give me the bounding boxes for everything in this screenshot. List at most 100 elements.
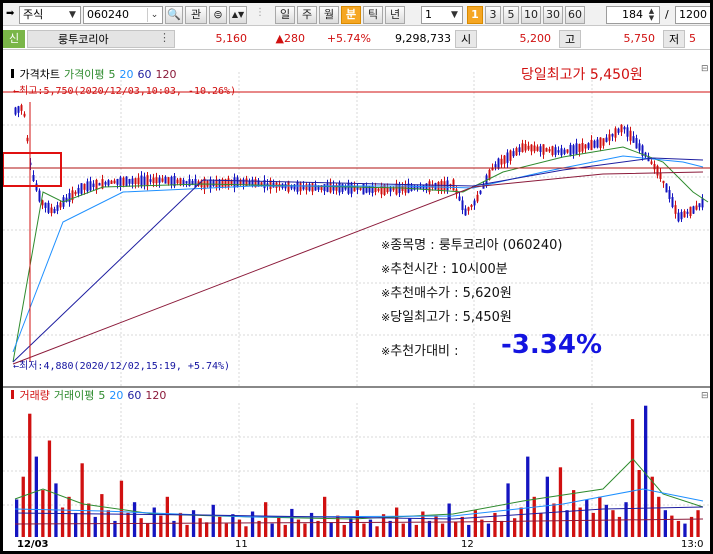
related-stock-button[interactable]: 관 xyxy=(185,6,207,24)
interval-select[interactable]: 1 ▼ xyxy=(421,6,463,24)
candle xyxy=(458,196,461,201)
volume-bar xyxy=(342,524,346,537)
candle xyxy=(695,205,698,210)
legend-item[interactable]: 5 xyxy=(108,68,115,81)
candle xyxy=(623,127,626,130)
candle xyxy=(182,179,185,185)
volume-chart-panel[interactable]: 거래량 거래이평 5 20 60 120 ⊟ xyxy=(3,389,710,539)
price-grid xyxy=(3,72,710,388)
volume-bar xyxy=(454,522,458,537)
candle xyxy=(479,190,482,194)
candle xyxy=(98,183,101,186)
candle xyxy=(122,177,125,186)
market-select[interactable]: 주식 ▼ xyxy=(19,6,81,24)
chevron-down-icon[interactable]: ⌄ xyxy=(147,8,161,22)
candle xyxy=(401,186,404,191)
legend-item[interactable]: 거래이평 xyxy=(54,389,94,402)
volume-bar xyxy=(558,467,563,537)
price-chart[interactable] xyxy=(3,52,710,388)
quote-bar: 신 룽투코리아 ⋮ 5,160 ▲280 +5.74% 9,298,733 시 … xyxy=(3,27,710,50)
legend-item[interactable]: 20 xyxy=(119,68,133,81)
order-icon[interactable]: ⊜ xyxy=(209,6,227,24)
candle xyxy=(578,143,581,153)
candle xyxy=(506,152,509,163)
period-button[interactable]: 일 xyxy=(275,6,295,24)
legend-item[interactable]: 가격차트 xyxy=(20,68,60,81)
candle xyxy=(476,194,479,202)
period-button[interactable]: 분 xyxy=(341,6,361,24)
candle xyxy=(587,143,590,149)
legend-item[interactable]: 거래량 xyxy=(20,389,50,402)
candle xyxy=(50,207,53,214)
period-button[interactable]: 틱 xyxy=(363,6,383,24)
total-count-input[interactable]: 1200 xyxy=(675,6,710,24)
price-chart-panel[interactable]: 가격차트 가격이평 5 20 60 120 당일최고가 5,450원 ⊟ ←최고:5,75… xyxy=(3,52,710,388)
candle xyxy=(527,145,530,150)
candle xyxy=(110,180,113,184)
minute-button[interactable]: 10 xyxy=(521,6,541,24)
candle xyxy=(38,190,41,202)
volume-bar xyxy=(670,515,674,537)
volume-bar xyxy=(231,514,235,537)
volume-bar xyxy=(67,496,71,537)
volume-bar xyxy=(165,496,169,537)
display-count-input[interactable]: 184 ▲ ▼ xyxy=(606,6,660,24)
candle xyxy=(86,181,89,192)
high-value: 5,750 xyxy=(623,32,656,45)
candle xyxy=(146,175,149,187)
candle xyxy=(515,148,518,156)
candle xyxy=(362,183,365,195)
candle xyxy=(89,181,92,191)
change-percent: +5.74% xyxy=(326,32,371,45)
volume-chart[interactable] xyxy=(3,389,710,539)
candle xyxy=(572,145,575,154)
chevron-down-icon[interactable]: ▼ xyxy=(66,8,79,22)
candle xyxy=(545,148,548,152)
legend-item[interactable]: 120 xyxy=(155,68,176,81)
stepper-icon[interactable]: ▲▼ xyxy=(229,6,247,24)
minute-button[interactable]: 30 xyxy=(543,6,563,24)
stock-code-input[interactable]: 060240 ⌄ xyxy=(83,6,163,24)
minute-button[interactable]: 1 xyxy=(467,6,483,24)
volume-bar xyxy=(676,520,681,537)
volume-bar xyxy=(198,518,202,537)
time-axis: 12/03 11 12 13:0 xyxy=(3,539,710,551)
candle xyxy=(470,204,473,208)
chevron-down-icon[interactable]: ▼ xyxy=(448,8,461,22)
candle xyxy=(683,211,686,218)
chart-scroll-button[interactable]: ⊟ xyxy=(701,64,709,74)
volume-bar xyxy=(519,507,523,537)
stock-name[interactable]: 룽투코리아 xyxy=(27,30,175,48)
legend-item[interactable]: 60 xyxy=(127,389,141,402)
toolbar-divider: ⋮ xyxy=(255,7,265,18)
search-icon[interactable]: 🔍 xyxy=(165,6,183,24)
candle xyxy=(539,146,542,152)
minute-button[interactable]: 3 xyxy=(485,6,501,24)
volume-bar xyxy=(93,516,97,537)
period-button[interactable]: 년 xyxy=(385,6,405,24)
candle xyxy=(356,187,359,190)
period-button[interactable]: 주 xyxy=(297,6,317,24)
candle xyxy=(338,183,341,193)
arrow-right-icon[interactable]: ➡ xyxy=(6,8,14,19)
candle xyxy=(557,150,560,153)
legend-item[interactable]: 5 xyxy=(98,389,105,402)
candle xyxy=(569,144,572,156)
chart-scroll-button[interactable]: ⊟ xyxy=(701,391,709,401)
legend-item[interactable]: 120 xyxy=(145,389,166,402)
reference-mark: ※ xyxy=(381,345,391,358)
candle xyxy=(350,183,353,194)
menu-dots-icon[interactable]: ⋮ xyxy=(159,31,170,44)
legend-item[interactable]: 가격이평 xyxy=(64,68,104,81)
candle xyxy=(347,182,350,194)
period-button[interactable]: 월 xyxy=(319,6,339,24)
legend-item[interactable]: 20 xyxy=(109,389,123,402)
info-line-return: ※추천가대비 : xyxy=(381,344,459,359)
candle xyxy=(668,190,671,199)
minute-button[interactable]: 5 xyxy=(503,6,519,24)
legend-item[interactable]: 60 xyxy=(137,68,151,81)
volume-bar xyxy=(440,523,445,537)
spinner-icon[interactable]: ▲ ▼ xyxy=(645,8,658,22)
minute-button[interactable]: 60 xyxy=(565,6,585,24)
volume-bar xyxy=(532,496,536,537)
